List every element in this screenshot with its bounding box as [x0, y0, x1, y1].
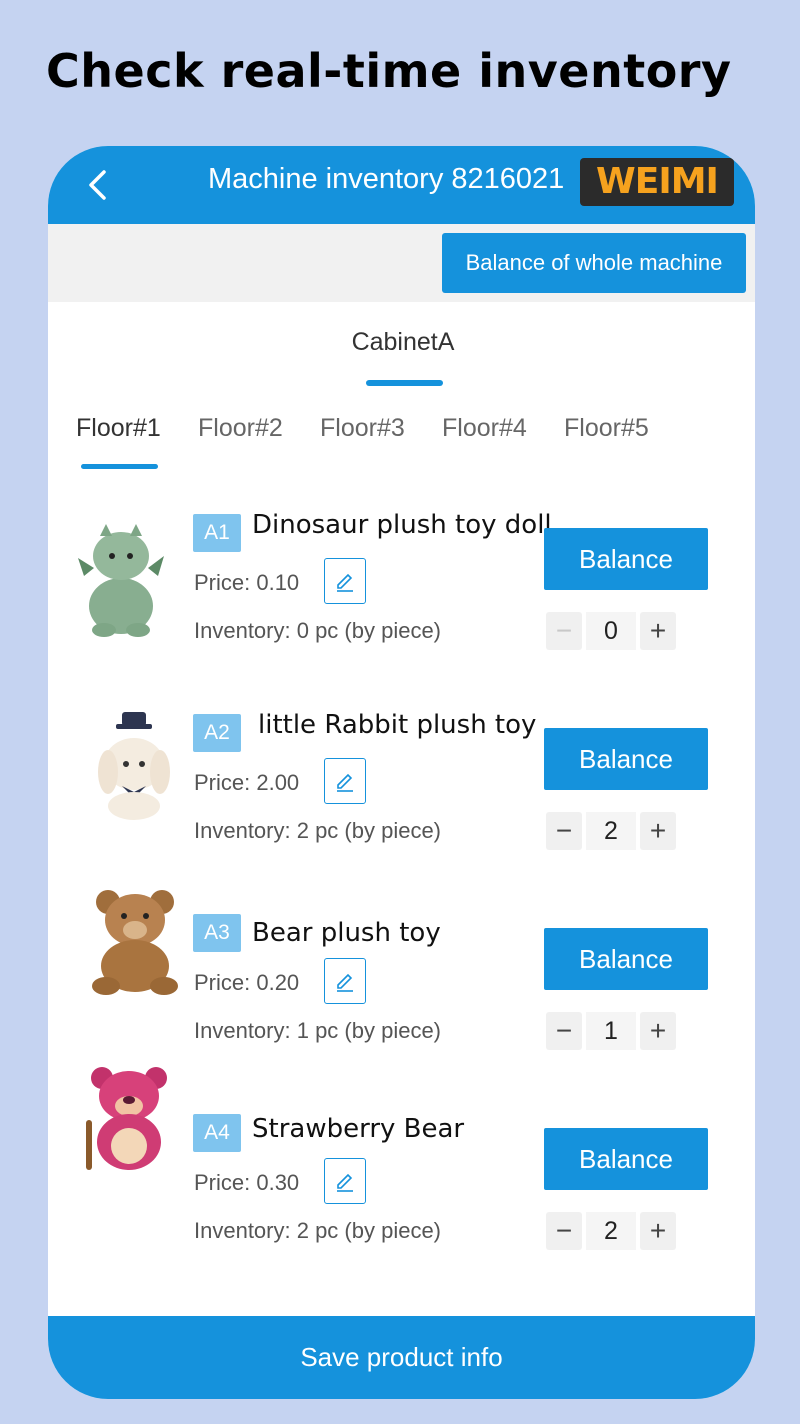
inventory-label: Inventory: 2 pc (by piece) — [194, 1218, 442, 1243]
product-name: Dinosaur plush toy doll — [252, 510, 552, 540]
increment-button[interactable]: + — [640, 612, 676, 650]
cabinet-tab-indicator — [366, 380, 443, 386]
brand-logo: WEIMI — [580, 158, 734, 206]
bear-plush-image — [92, 890, 178, 995]
edit-price-button[interactable] — [324, 558, 366, 604]
pencil-icon — [337, 1173, 353, 1192]
slot-badge: A3 — [193, 914, 241, 952]
save-product-info-button[interactable]: Save product info — [48, 1316, 755, 1399]
price-label: Price: 0.30 — [194, 1170, 300, 1195]
price-label: Price: 0.20 — [194, 970, 300, 995]
balance-whole-machine-button[interactable]: Balance of whole machine — [442, 233, 746, 293]
edit-price-button[interactable] — [324, 758, 366, 804]
tab-floor-3[interactable]: Floor#3 — [320, 414, 405, 443]
quantity-input[interactable]: 0 — [586, 612, 636, 650]
balance-button[interactable]: Balance — [544, 528, 708, 590]
inventory-label: Inventory: 1 pc (by piece) — [194, 1018, 442, 1043]
product-name: Strawberry Bear — [252, 1114, 465, 1144]
inventory-label: Inventory: 0 pc (by piece) — [194, 618, 442, 643]
quantity-stepper: − 1 + — [546, 1012, 678, 1050]
slot-badge: A1 — [193, 514, 241, 552]
edit-price-button[interactable] — [324, 1158, 366, 1204]
price-label: Price: 0.10 — [194, 570, 300, 595]
quantity-input[interactable]: 2 — [586, 1212, 636, 1250]
decrement-button[interactable]: − — [546, 612, 582, 650]
product-name: little Rabbit plush toy — [258, 710, 537, 740]
pencil-icon — [337, 573, 353, 592]
quantity-stepper: − 0 + — [546, 612, 678, 650]
promo-heading: Check real-time inventory — [46, 44, 732, 98]
product-row: A3 Bear plush toy Price: 0.20 Inventory:… — [48, 890, 755, 1084]
tab-floor-2[interactable]: Floor#2 — [198, 414, 283, 443]
quantity-stepper: − 2 + — [546, 1212, 678, 1250]
pencil-icon — [337, 973, 353, 992]
phone-screen: Machine inventory 8216021 WEIMI Balance … — [48, 146, 755, 1399]
dinosaur-plush-image — [78, 524, 164, 637]
slot-badge: A2 — [193, 714, 241, 752]
tab-floor-1[interactable]: Floor#1 — [76, 414, 161, 443]
balance-button[interactable]: Balance — [544, 928, 708, 990]
pencil-icon — [337, 773, 353, 792]
strawberry-bear-image — [86, 1067, 167, 1170]
inventory-label: Inventory: 2 pc (by piece) — [194, 818, 442, 843]
increment-button[interactable]: + — [640, 1212, 676, 1250]
increment-button[interactable]: + — [640, 812, 676, 850]
product-row: A2 little Rabbit plush toy Price: 2.00 I… — [48, 710, 755, 884]
increment-button[interactable]: + — [640, 1012, 676, 1050]
header-bar: Machine inventory 8216021 WEIMI — [48, 146, 755, 224]
quantity-input[interactable]: 2 — [586, 812, 636, 850]
quantity-stepper: − 2 + — [546, 812, 678, 850]
product-row: A4 Strawberry Bear Price: 0.30 Inventory… — [48, 1067, 755, 1284]
decrement-button[interactable]: − — [546, 812, 582, 850]
toolbar: Balance of whole machine — [48, 224, 755, 302]
product-name: Bear plush toy — [252, 918, 441, 948]
quantity-input[interactable]: 1 — [586, 1012, 636, 1050]
tab-floor-5[interactable]: Floor#5 — [564, 414, 649, 443]
decrement-button[interactable]: − — [546, 1212, 582, 1250]
rabbit-plush-image — [98, 712, 170, 820]
balance-button[interactable]: Balance — [544, 1128, 708, 1190]
edit-price-button[interactable] — [324, 958, 366, 1004]
product-row: A1 Dinosaur plush toy doll Price: 0.10 I… — [48, 510, 755, 684]
decrement-button[interactable]: − — [546, 1012, 582, 1050]
tab-floor-4[interactable]: Floor#4 — [442, 414, 527, 443]
slot-badge: A4 — [193, 1114, 241, 1152]
chevron-left-icon[interactable] — [82, 166, 112, 204]
floor-tab-indicator — [81, 464, 158, 469]
tab-cabinet-a[interactable]: CabinetA — [308, 328, 498, 357]
price-label: Price: 2.00 — [194, 770, 300, 795]
page-title: Machine inventory 8216021 — [208, 163, 565, 195]
balance-button[interactable]: Balance — [544, 728, 708, 790]
